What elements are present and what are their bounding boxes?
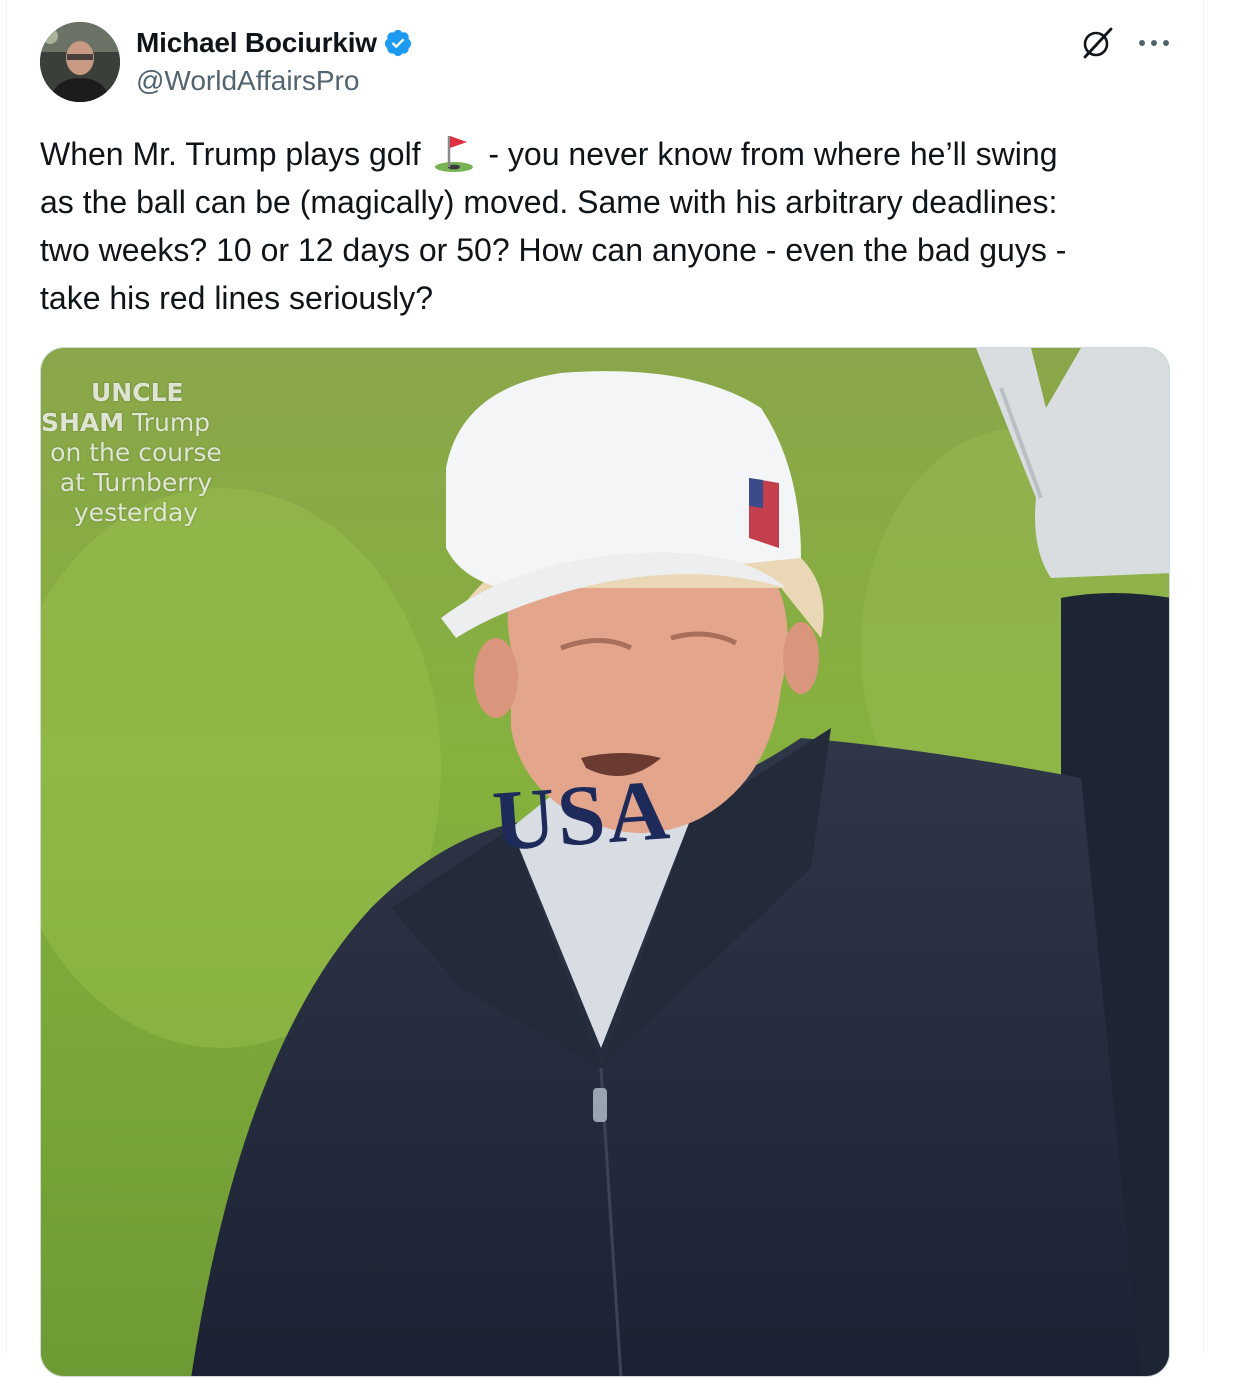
verified-badge-icon bbox=[384, 29, 412, 57]
tweet-photo[interactable]: USA UNCLE SHAM Trump on the course at Tu… bbox=[40, 347, 1170, 1377]
caption-line-5: yesterday bbox=[73, 498, 199, 527]
author-handle[interactable]: @WorldAffairsPro bbox=[136, 65, 359, 97]
caption-line-4: at Turnberry bbox=[59, 468, 213, 497]
more-icon[interactable] bbox=[1134, 26, 1174, 60]
flag-in-hole-icon bbox=[435, 136, 474, 172]
caption-bold-2: SHAM bbox=[41, 408, 125, 437]
tweet-text: When Mr. Trump plays golf - you never kn… bbox=[40, 130, 1180, 322]
caption-rest-1: Trump bbox=[124, 408, 211, 437]
caption-line-1: UNCLE bbox=[91, 378, 184, 407]
author-name[interactable]: Michael Bociurkiw bbox=[136, 27, 377, 59]
grok-icon[interactable] bbox=[1080, 26, 1114, 60]
caption-line-2: SHAM Trump bbox=[41, 408, 231, 438]
tweet-text-start: When Mr. Trump plays golf bbox=[40, 136, 430, 172]
photo-caption: UNCLE SHAM Trump on the course at Turnbe… bbox=[41, 378, 231, 528]
author-name-row[interactable]: Michael Bociurkiw bbox=[136, 26, 413, 60]
avatar[interactable] bbox=[40, 22, 120, 102]
caption-line-3: on the course bbox=[50, 438, 222, 467]
hat-text: USA bbox=[489, 760, 675, 870]
